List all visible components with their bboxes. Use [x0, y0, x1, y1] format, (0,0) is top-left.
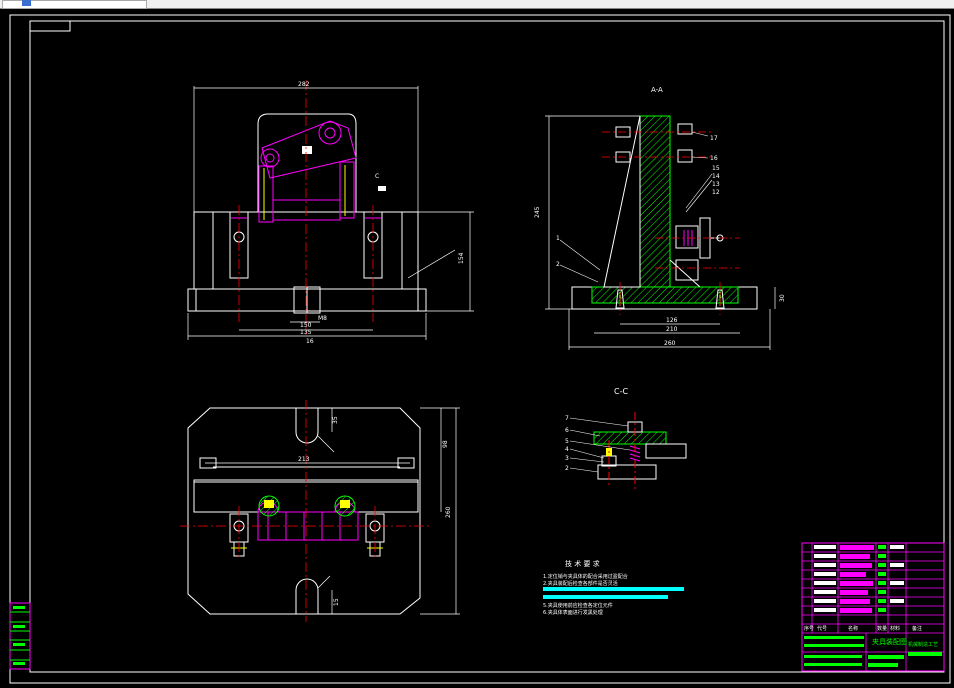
dim-top-slot: 15 — [333, 598, 340, 606]
tech-req-title: 技 术 要 求 — [565, 559, 600, 568]
balloon-17: 17 — [710, 135, 718, 142]
dim-side-w3: 260 — [664, 340, 676, 347]
dim-top-h1: 98 — [442, 440, 449, 448]
tech-req-line-4 — [543, 595, 668, 599]
dim-front-bolt: M8 — [318, 315, 327, 322]
tech-requirements: 技 术 要 求 1.定位销与夹具体的配合采用过盈配合 2.夹具装配后检查各部件是… — [543, 559, 684, 616]
tb-header-code: 代号 — [817, 625, 827, 632]
balloon-13: 13 — [712, 181, 720, 188]
balloon-2: 2 — [556, 261, 560, 268]
dim-side-base: 30 — [779, 294, 786, 302]
dim-front-small: 16 — [306, 338, 314, 345]
app-icon — [22, 0, 31, 6]
cc-balloon-7: 7 — [565, 415, 569, 422]
revision-strip — [9, 602, 31, 670]
tech-req-line-1: 1.定位销与夹具体的配合采用过盈配合 — [543, 573, 628, 580]
balloon-15: 15 — [712, 165, 720, 172]
balloon-1: 1 — [556, 235, 560, 242]
front-view: 282 150 135 16 M8 154 C — [187, 80, 474, 345]
dim-front-base-1: 150 — [300, 322, 312, 329]
title-block: 序号 代号 名称 数量 材料 备注 夹具装配图 机械制造工艺 — [801, 542, 945, 672]
tb-drawing-name: 夹具装配图 — [872, 637, 907, 646]
tb-school: 机械制造工艺 — [908, 641, 938, 648]
tb-header-remark: 备注 — [912, 625, 922, 632]
tech-req-line-5: 5.夹具使用前应检查各定位元件 — [543, 602, 613, 609]
dim-side-height: 245 — [534, 206, 541, 218]
window-titlebar — [0, 0, 954, 9]
dim-front-width: 282 — [298, 81, 310, 88]
tech-req-line-6: 6.夹具体表面进行发黑处理 — [543, 609, 603, 616]
cc-balloon-5: 5 — [565, 438, 569, 445]
cc-balloon-3: 3 — [565, 455, 569, 462]
cc-balloon-6: 6 — [565, 427, 569, 434]
dim-top-h2: 35 — [332, 416, 339, 424]
drawing-frame — [9, 14, 951, 684]
view-label-aa: A-A — [651, 86, 663, 94]
tech-req-line-2: 2.夹具装配后检查各部件是否灵活 — [543, 580, 618, 587]
cad-drawing: 282 150 135 16 M8 154 C A-A 245 126 210 … — [9, 14, 951, 684]
tech-req-line-3 — [543, 587, 684, 591]
cc-balloon-4: 4 — [565, 446, 569, 453]
section-label-cc: C-C — [614, 387, 628, 396]
tb-header-name: 名称 — [848, 625, 858, 632]
balloon-12: 12 — [712, 189, 720, 196]
tb-header-material: 材料 — [890, 625, 900, 632]
tb-header-qty: 数量 — [877, 625, 887, 632]
balloon-c: C — [375, 173, 379, 180]
dim-front-height: 154 — [458, 252, 465, 264]
cc-balloon-2: 2 — [565, 465, 569, 472]
top-view: 213 35 98 260 15 — [180, 400, 460, 622]
dim-side-w2: 210 — [666, 326, 678, 333]
section-cc: C-C 7 6 5 4 3 2 — [565, 387, 687, 492]
dim-top-h3: 260 — [445, 506, 452, 518]
dim-side-w1: 126 — [666, 317, 678, 324]
dim-top-span: 213 — [298, 456, 310, 463]
side-view: A-A 245 126 210 260 30 17 16 15 14 13 12… — [534, 86, 786, 350]
tb-header-seq: 序号 — [804, 625, 814, 632]
dim-front-base-2: 135 — [300, 329, 312, 336]
balloon-16: 16 — [710, 155, 718, 162]
balloon-14: 14 — [712, 173, 720, 180]
